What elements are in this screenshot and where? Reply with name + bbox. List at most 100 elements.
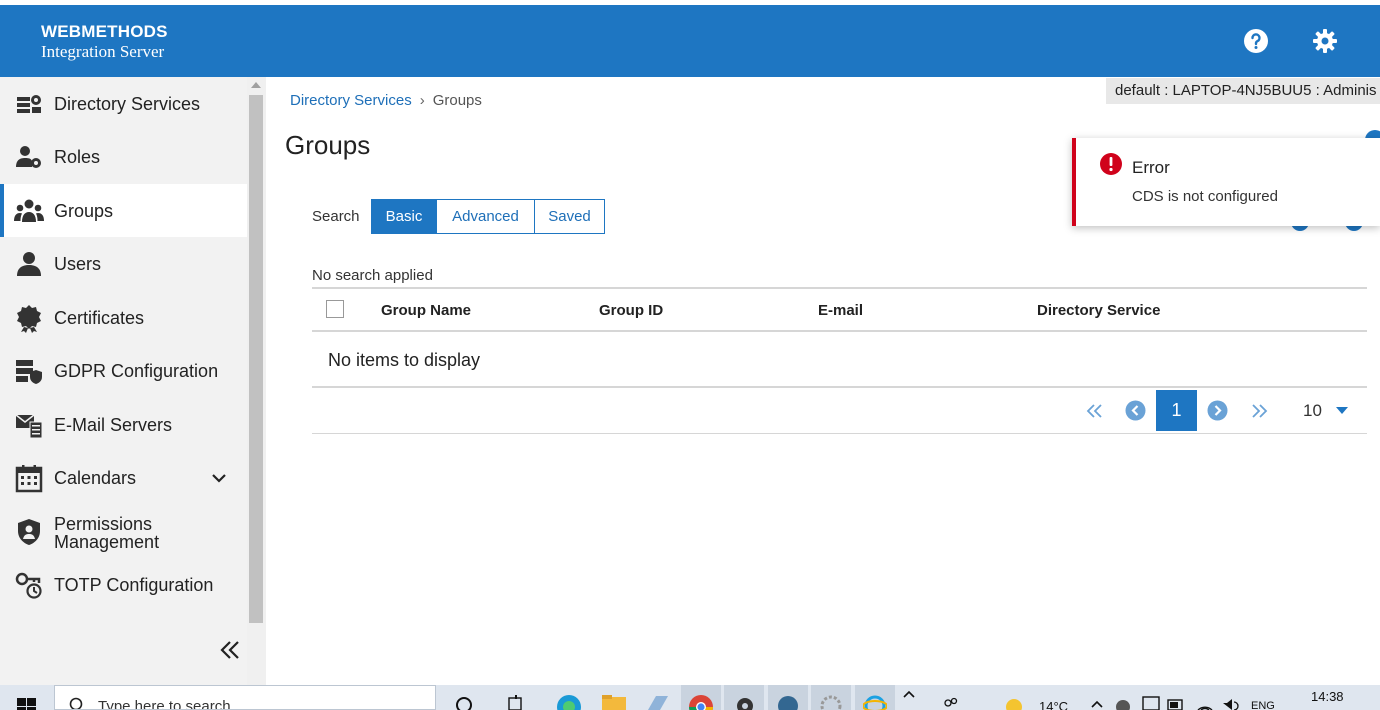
toast-message: CDS is not configured — [1132, 188, 1278, 205]
people-icon[interactable] — [943, 696, 959, 710]
select-all-checkbox[interactable] — [326, 300, 344, 318]
help-circle-icon[interactable] — [1243, 28, 1269, 54]
sidebar-item-certificates[interactable]: Certificates — [0, 291, 247, 344]
table-top-border — [312, 287, 1367, 289]
sidebar-item-gdpr-configuration[interactable]: GDPR Configuration — [0, 344, 247, 397]
sidebar-item-label: Roles — [54, 146, 101, 167]
search-icon — [69, 697, 83, 709]
column-header-directory-service[interactable]: Directory Service — [1037, 302, 1160, 319]
search-tab-basic[interactable]: Basic — [371, 199, 437, 234]
search-tab-saved[interactable]: Saved — [534, 199, 605, 234]
roles-icon — [16, 145, 41, 168]
chevron-up-icon[interactable] — [902, 689, 916, 699]
search-status: No search applied — [312, 267, 433, 284]
input-language[interactable]: ENG — [1251, 700, 1275, 710]
caret-down-icon[interactable] — [1336, 407, 1348, 414]
sidebar-item-totp-configuration[interactable]: TOTP Configuration — [0, 558, 247, 611]
taskbar-app-chrome[interactable] — [681, 685, 721, 710]
battery-icon[interactable] — [1166, 696, 1186, 710]
sidebar-item-label: GDPR Configuration — [54, 360, 219, 381]
sidebar-scrollbar-thumb[interactable] — [249, 95, 263, 623]
chrome-browser-icon — [689, 695, 713, 710]
postgres-elephant-icon — [778, 696, 798, 710]
sidebar: Directory Services Roles Groups Users Ce… — [0, 77, 266, 685]
email-server-icon — [15, 413, 43, 438]
search-tab-advanced[interactable]: Advanced — [436, 199, 535, 234]
sidebar-item-label-line2: Management — [54, 532, 160, 552]
column-header-email[interactable]: E-mail — [818, 302, 863, 319]
certificate-icon — [17, 304, 41, 333]
weather-temperature[interactable]: 14°C — [1039, 699, 1068, 710]
sidebar-item-label: E-Mail Servers — [54, 414, 173, 435]
breadcrumb-current: Groups — [432, 92, 482, 109]
gear-icon[interactable] — [1312, 28, 1338, 54]
taskbar-app-settings[interactable] — [724, 685, 764, 710]
settings-gear-icon — [737, 698, 753, 710]
last-page-icon[interactable] — [1249, 401, 1269, 421]
task-view-icon[interactable] — [507, 695, 527, 710]
previous-page-icon[interactable] — [1125, 400, 1146, 421]
sidebar-item-label: TOTP Configuration — [54, 574, 214, 595]
calendar-icon — [15, 464, 43, 492]
edge-browser-icon — [557, 695, 581, 710]
windows-taskbar: Type here to search 14°C ENG 14:38 — [0, 685, 1380, 710]
windows-start-icon[interactable] — [17, 696, 37, 710]
page-size-select[interactable]: 10 — [1303, 401, 1322, 421]
taskbar-clock[interactable]: 14:38 — [1311, 689, 1344, 704]
table-empty-message: No items to display — [328, 350, 481, 370]
pagination-current-page[interactable]: 1 — [1156, 390, 1197, 431]
display-icon[interactable] — [1141, 695, 1161, 710]
error-alert-icon — [1100, 153, 1122, 175]
taskbar-app-postgres[interactable] — [768, 685, 808, 710]
brand-name: WEBMETHODS — [41, 22, 168, 41]
taskbar-app-internet-explorer[interactable] — [855, 685, 895, 710]
cortana-icon[interactable] — [455, 696, 473, 710]
permissions-shield-icon — [18, 518, 40, 545]
breadcrumb: Directory Services › Groups — [290, 92, 482, 109]
directory-services-icon — [17, 94, 41, 113]
sidebar-item-email-servers[interactable]: E-Mail Servers — [0, 398, 247, 451]
taskbar-app-edge[interactable] — [547, 685, 587, 710]
wifi-icon[interactable] — [1196, 696, 1214, 710]
taskbar-app-webmethods[interactable] — [811, 685, 851, 710]
sidebar-item-users[interactable]: Users — [0, 237, 247, 290]
groups-icon — [14, 199, 44, 222]
user-icon — [17, 251, 41, 276]
sidebar-item-label: Directory Services — [54, 93, 201, 114]
breadcrumb-link-directory-services[interactable]: Directory Services — [290, 92, 412, 109]
double-chevron-left-icon[interactable] — [217, 637, 243, 663]
scroll-up-arrow-icon[interactable] — [251, 82, 261, 88]
folder-icon — [602, 695, 626, 710]
chevron-down-icon[interactable] — [209, 468, 229, 488]
totp-key-icon — [15, 572, 42, 599]
table-header-border — [312, 330, 1367, 332]
taskbar-search-box[interactable]: Type here to search — [54, 685, 436, 710]
sidebar-item-label: Calendars — [54, 467, 137, 488]
weather-sun-icon[interactable] — [1003, 696, 1025, 710]
brand-product: Integration Server — [41, 42, 165, 61]
taskbar-app-file-explorer[interactable] — [593, 685, 633, 710]
next-page-icon[interactable] — [1207, 400, 1228, 421]
sidebar-item-groups[interactable]: Groups — [0, 184, 247, 237]
sidebar-item-label-line1: Permissions — [54, 514, 153, 534]
column-header-group-name[interactable]: Group Name — [381, 302, 471, 319]
tray-chevron-up-icon[interactable] — [1090, 699, 1104, 709]
server-info-bar: default : LAPTOP-4NJ5BUU5 : Adminis — [1106, 78, 1380, 104]
internet-explorer-icon — [863, 695, 887, 710]
network-drive-icon[interactable] — [1114, 698, 1132, 710]
column-header-group-id[interactable]: Group ID — [599, 302, 663, 319]
first-page-icon[interactable] — [1085, 401, 1105, 421]
chevron-right-icon: › — [419, 92, 425, 109]
volume-icon[interactable] — [1221, 696, 1239, 710]
sidebar-item-permissions-management[interactable]: Permissions Management — [0, 505, 247, 558]
table-bottom-border — [312, 386, 1367, 388]
taskbar-app-notepad[interactable] — [636, 685, 676, 710]
search-label: Search — [312, 208, 360, 225]
notepad-icon — [648, 696, 668, 710]
sidebar-item-directory-services[interactable]: Directory Services — [0, 77, 247, 130]
sidebar-item-label: Users — [54, 253, 102, 274]
pagination-bottom-border — [312, 433, 1367, 434]
sidebar-item-calendars[interactable]: Calendars — [0, 451, 247, 504]
page-title: Groups — [285, 130, 371, 160]
sidebar-item-roles[interactable]: Roles — [0, 130, 247, 183]
